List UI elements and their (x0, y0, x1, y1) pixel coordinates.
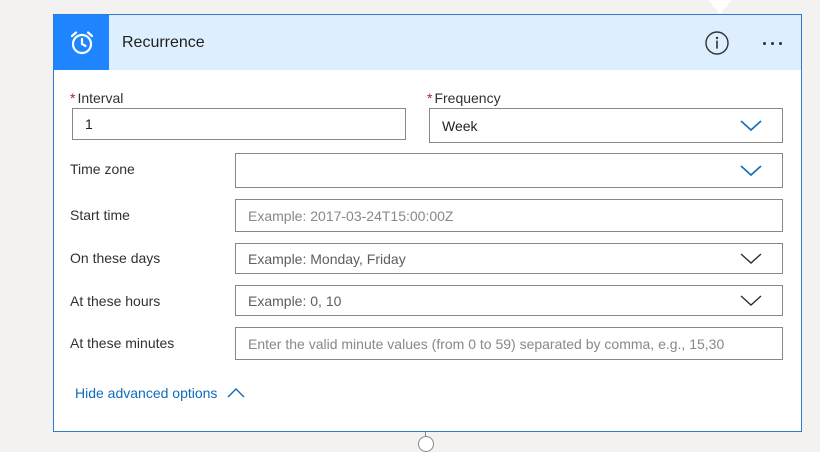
frequency-selected-value: Week (442, 117, 478, 134)
alarm-clock-icon (70, 30, 93, 54)
chevron-down-icon (740, 252, 762, 265)
time-zone-label: Time zone (70, 161, 135, 177)
on-these-days-placeholder: Example: Monday, Friday (248, 250, 406, 267)
hide-advanced-options-link[interactable]: Hide advanced options (75, 385, 245, 401)
required-marker: * (70, 90, 76, 106)
time-zone-dropdown[interactable] (235, 153, 783, 188)
frequency-label: * Frequency (427, 90, 501, 106)
at-these-minutes-input-text[interactable] (248, 335, 782, 352)
chevron-down-icon (740, 294, 762, 307)
required-marker: * (427, 90, 433, 106)
info-button[interactable] (705, 31, 729, 55)
interval-input-text[interactable] (85, 116, 405, 132)
more-options-button[interactable] (754, 31, 790, 55)
at-these-minutes-label: At these minutes (70, 335, 175, 351)
start-time-input[interactable] (235, 199, 783, 232)
recurrence-card: Recurrence *Interval *Frequency Week Tim… (53, 14, 802, 432)
interval-label: * Interval (70, 90, 124, 106)
hide-advanced-options-label: Hide advanced options (75, 385, 218, 401)
start-time-label: Start time (70, 207, 130, 223)
ellipsis-icon (762, 41, 766, 45)
interval-input[interactable] (72, 108, 406, 140)
on-these-days-dropdown[interactable]: Example: Monday, Friday (235, 243, 783, 274)
chevron-down-icon (740, 164, 762, 177)
info-icon (705, 31, 729, 55)
at-these-hours-label: At these hours (70, 293, 161, 309)
frequency-dropdown[interactable]: Week (429, 108, 783, 143)
chevron-up-icon (227, 388, 245, 398)
card-pointer (708, 0, 732, 14)
chevron-down-icon (740, 119, 762, 132)
at-these-hours-dropdown[interactable]: Example: 0, 10 (235, 285, 783, 316)
on-these-days-label: On these days (70, 250, 161, 266)
start-time-input-text[interactable] (248, 207, 782, 224)
card-title: Recurrence (122, 34, 205, 51)
at-these-minutes-input[interactable] (235, 327, 783, 360)
flow-connector-handle[interactable] (418, 436, 434, 452)
trigger-icon-box (54, 15, 109, 70)
at-these-hours-placeholder: Example: 0, 10 (248, 292, 342, 309)
card-header[interactable]: Recurrence (54, 15, 801, 70)
